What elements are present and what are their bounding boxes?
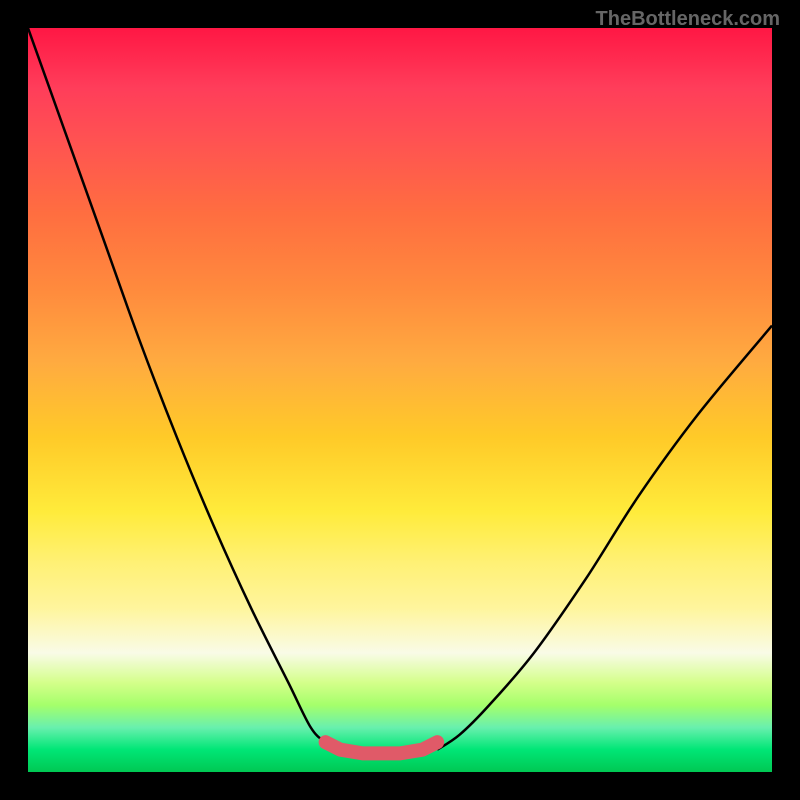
- watermark-text: TheBottleneck.com: [596, 8, 780, 31]
- right-curve-path: [437, 326, 772, 750]
- chart-plot-area: [28, 28, 772, 772]
- chart-svg: [28, 28, 772, 772]
- left-curve-path: [28, 28, 341, 750]
- bottom-segment-path: [326, 742, 438, 753]
